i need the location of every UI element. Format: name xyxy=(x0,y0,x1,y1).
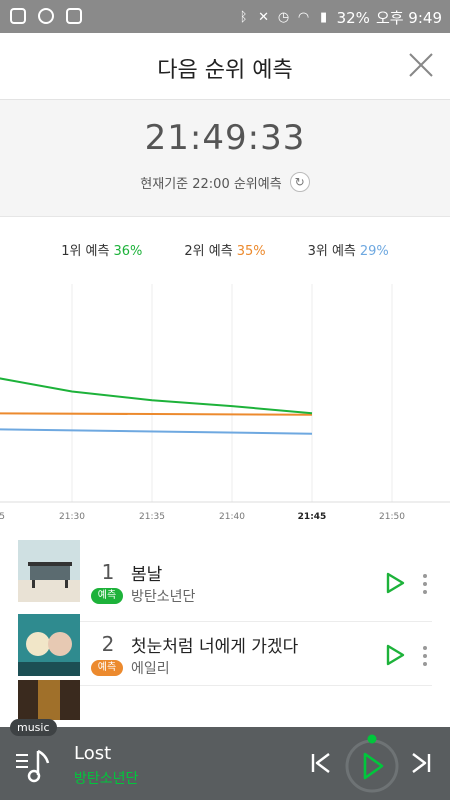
chart-legend: 1위 예측 36% 2위 예측 35% 3위 예측 29% xyxy=(0,240,450,260)
list-item[interactable]: 1 예측 봄날 방탄소년단 xyxy=(18,540,432,622)
gallery-notification-icon xyxy=(66,8,82,24)
legend-label: 1위 예측 xyxy=(61,244,110,259)
bluetooth-icon: ᛒ xyxy=(239,9,248,25)
prediction-badge: 예측 xyxy=(91,660,123,676)
song-title: 첫눈처럼 너에게 가겠다 xyxy=(131,637,299,657)
app-notification-icon xyxy=(10,8,26,24)
basis-line: 현재기준 22:00 순위예측 ↻ xyxy=(0,172,450,192)
wifi-icon: ◠ xyxy=(297,9,310,25)
current-time: 21:49:33 xyxy=(144,118,306,158)
album-art xyxy=(18,680,80,720)
song-list: 1 예측 봄날 방탄소년단 2 예측 첫눈처럼 너에게 가겠다 에일리 xyxy=(0,540,450,726)
mute-icon: ✕ xyxy=(258,9,270,25)
legend-label: 2위 예측 xyxy=(184,244,233,259)
header: 다음 순위 예측 xyxy=(0,33,450,100)
play-icon[interactable] xyxy=(385,572,405,594)
signal-icon: ▮ xyxy=(320,9,328,25)
music-notification-icon xyxy=(38,8,54,24)
series-line xyxy=(0,377,313,415)
legend-percent: 35% xyxy=(236,244,266,259)
list-item[interactable] xyxy=(18,680,432,726)
x-tick-label: 21:50 xyxy=(379,512,405,522)
legend-item-1: 1위 예측 36% xyxy=(61,240,142,260)
alarm-icon: ◷ xyxy=(277,9,290,25)
system-status: ᛒ ✕ ◷ ◠ ▮ 32% 오후 9:49 xyxy=(237,7,442,28)
rank-number: 1 xyxy=(101,560,115,584)
legend-item-3: 3위 예측 29% xyxy=(308,240,389,260)
legend-label: 3위 예측 xyxy=(307,244,356,259)
rank-number: 2 xyxy=(101,632,115,656)
artist-name: 에일리 xyxy=(131,661,170,677)
refresh-icon[interactable]: ↻ xyxy=(289,172,310,192)
song-title: 봄날 xyxy=(131,565,163,585)
battery-level: 32% xyxy=(336,8,370,27)
series-line xyxy=(0,412,313,416)
more-options-icon[interactable] xyxy=(421,573,429,595)
previous-icon[interactable] xyxy=(310,751,332,775)
play-icon[interactable] xyxy=(385,644,405,666)
x-tick-label: 21:40 xyxy=(219,512,245,522)
more-options-icon[interactable] xyxy=(421,645,429,667)
status-time: 오후 9:49 xyxy=(375,9,442,27)
prediction-chart: 21:25 21:30 21:35 21:40 21:45 21:50 xyxy=(0,284,450,522)
album-art xyxy=(18,540,80,602)
album-art xyxy=(18,614,80,676)
list-item[interactable]: 2 예측 첫눈처럼 너에게 가겠다 에일리 xyxy=(18,614,432,686)
clock-panel: 21:49:33 현재기준 22:00 순위예측 ↻ xyxy=(0,100,450,217)
close-icon[interactable] xyxy=(406,50,436,80)
now-playing-artist: 방탄소년단 xyxy=(74,771,139,787)
notification-icons xyxy=(10,8,82,24)
page-title: 다음 순위 예측 xyxy=(157,58,293,83)
legend-percent: 36% xyxy=(113,244,143,259)
legend-item-2: 2위 예측 35% xyxy=(184,240,265,260)
legend-percent: 29% xyxy=(359,244,389,259)
artist-name: 방탄소년단 xyxy=(131,589,196,605)
status-bar: ᛒ ✕ ◷ ◠ ▮ 32% 오후 9:49 xyxy=(0,0,450,33)
next-icon[interactable] xyxy=(410,751,432,775)
playlist-icon[interactable] xyxy=(16,745,50,785)
now-playing-title: Lost xyxy=(74,743,112,764)
series-line xyxy=(0,428,313,435)
play-pause-icon[interactable] xyxy=(344,732,400,794)
x-tick-label: 21:45 xyxy=(298,512,327,522)
music-tag: music xyxy=(10,719,57,736)
basis-text: 현재기준 22:00 순위예측 xyxy=(140,176,282,192)
x-tick-label: 21:25 xyxy=(0,512,5,522)
x-tick-label: 21:35 xyxy=(139,512,165,522)
x-tick-label: 21:30 xyxy=(59,512,85,522)
prediction-badge: 예측 xyxy=(91,588,123,604)
mini-player: music Lost 방탄소년단 xyxy=(0,719,450,800)
